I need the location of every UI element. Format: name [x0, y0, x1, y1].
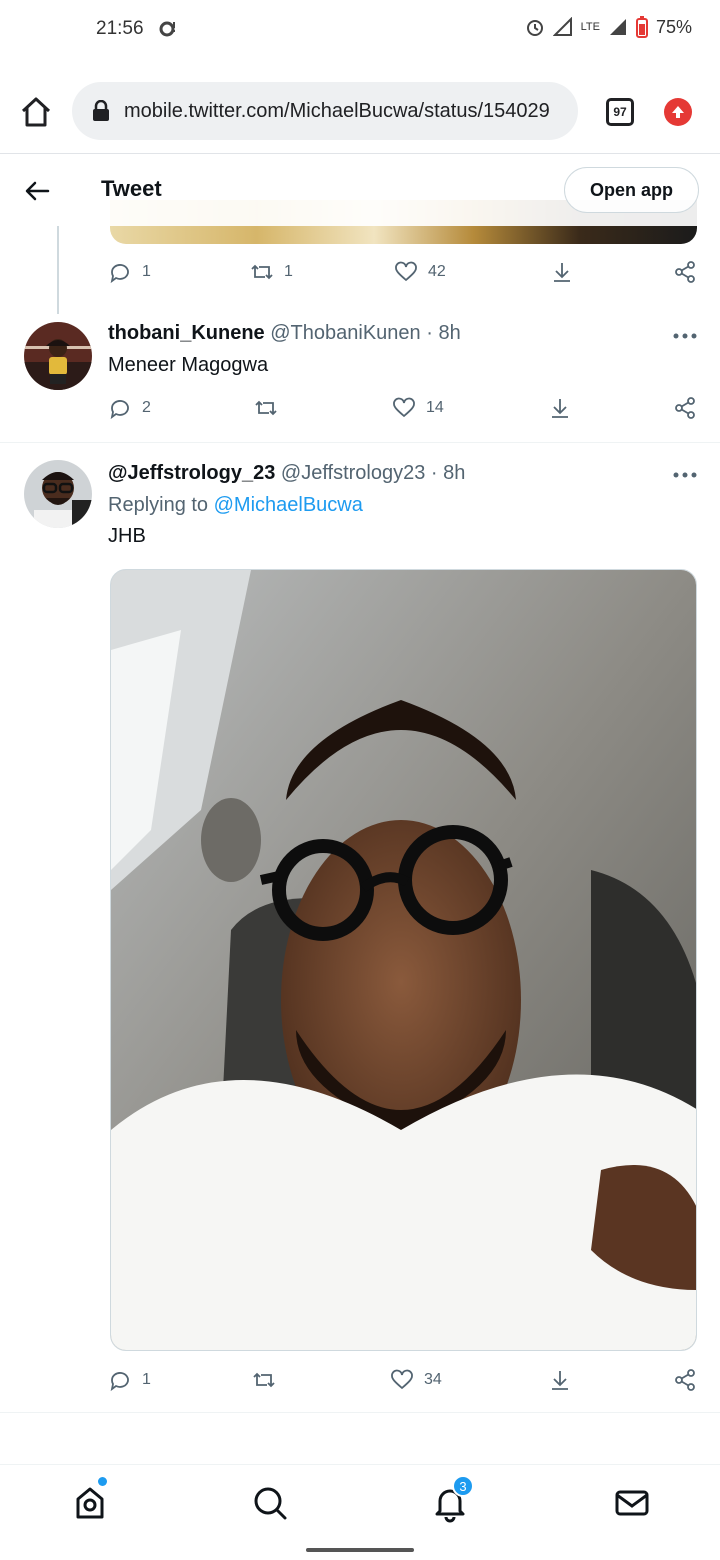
tweet-actions: 2 14 [108, 396, 698, 426]
reply-button[interactable]: 2 [108, 396, 151, 420]
previous-tweet-actions: 1 1 42 [108, 260, 698, 290]
heart-icon [395, 261, 417, 282]
download-icon [554, 263, 570, 282]
thread-line [57, 226, 59, 314]
retweet-button[interactable] [254, 396, 288, 420]
share-icon [675, 1369, 695, 1391]
retweet-icon [253, 1372, 275, 1388]
page-title: Tweet [101, 176, 162, 201]
handle[interactable]: @ThobaniKunen [270, 322, 420, 344]
tweet-divider [0, 442, 720, 443]
like-count: 34 [424, 1371, 442, 1388]
timestamp[interactable]: 8h [443, 462, 465, 484]
reply-icon [110, 264, 129, 284]
download-icon [552, 399, 568, 418]
selfie-image [111, 570, 696, 1350]
replying-to: Replying to @MichaelBucwa [108, 494, 363, 517]
notifications-badge: 3 [452, 1475, 474, 1497]
reply-count: 1 [142, 263, 151, 280]
download-icon [552, 1371, 568, 1390]
heart-icon [393, 397, 415, 418]
display-name[interactable]: @Jeffstrology_23 [108, 462, 275, 484]
tweet-header-line: thobani_Kunene @ThobaniKunen · 8h [108, 322, 461, 345]
share-button[interactable] [673, 1368, 697, 1392]
more-icon[interactable] [672, 470, 698, 480]
download-button[interactable] [550, 260, 574, 284]
tweet-item[interactable]: thobani_Kunene @ThobaniKunen · 8h Meneer… [0, 310, 720, 442]
status-bar: 21:56 LTE 75% [0, 0, 720, 60]
gesture-bar [306, 1548, 414, 1552]
avatar-image [24, 460, 92, 528]
status-indicators: LTE 75% [525, 16, 692, 38]
tweet-header-line: @Jeffstrology_23 @Jeffstrology23 · 8h [108, 462, 465, 485]
signal-icon-2 [609, 19, 626, 35]
url-bar[interactable]: mobile.twitter.com/MichaelBucwa/status/1… [72, 82, 578, 140]
arrow-up-icon [672, 106, 684, 118]
reply-count: 2 [142, 399, 151, 416]
download-button[interactable] [548, 1368, 572, 1392]
avatar[interactable] [24, 322, 92, 390]
update-button[interactable] [664, 98, 692, 126]
share-button[interactable] [673, 396, 697, 420]
browser-bar: mobile.twitter.com/MichaelBucwa/status/1… [0, 72, 720, 152]
retweet-button[interactable] [252, 1368, 286, 1392]
lock-icon [93, 100, 109, 121]
tweet-text: JHB [108, 525, 146, 547]
avatar[interactable] [24, 460, 92, 528]
battery-level: 75% [655, 16, 692, 37]
reply-icon [110, 400, 129, 420]
separator-dot: · [426, 322, 433, 344]
retweet-icon [251, 264, 273, 280]
retweet-button[interactable]: 1 [250, 260, 293, 284]
share-icon [675, 261, 695, 283]
heart-icon [391, 1369, 413, 1390]
notification-icon [159, 21, 175, 37]
home-new-dot [98, 1477, 107, 1486]
reply-button[interactable]: 1 [108, 1368, 151, 1392]
search-icon[interactable] [250, 1483, 290, 1523]
tweet-actions: 1 34 [108, 1368, 698, 1398]
like-button[interactable]: 34 [390, 1368, 442, 1392]
url-text: mobile.twitter.com/MichaelBucwa/status/1… [124, 99, 550, 122]
share-icon [675, 397, 695, 419]
like-button[interactable]: 42 [394, 260, 446, 284]
replying-label: Replying to [108, 494, 209, 516]
more-icon[interactable] [672, 331, 698, 341]
battery-icon [635, 16, 648, 38]
tweet-divider [0, 1412, 720, 1413]
tweet-photo[interactable] [110, 569, 697, 1351]
tweet-text: Meneer Magogwa [108, 354, 269, 376]
share-button[interactable] [673, 260, 697, 284]
like-count: 14 [426, 399, 444, 416]
timestamp[interactable]: 8h [438, 322, 460, 344]
like-button[interactable]: 14 [392, 396, 444, 420]
reply-icon [110, 1372, 129, 1392]
mention-link[interactable]: @MichaelBucwa [214, 494, 363, 516]
network-type: LTE [580, 21, 600, 33]
download-button[interactable] [548, 396, 572, 420]
back-arrow-icon[interactable] [20, 174, 54, 208]
tab-switcher-button[interactable]: 97 [606, 98, 634, 126]
avatar-image [24, 322, 92, 390]
retweet-count: 1 [284, 263, 293, 280]
retweet-icon [255, 400, 277, 416]
reply-count: 1 [142, 1371, 151, 1388]
home-icon[interactable] [70, 1483, 110, 1523]
home-icon[interactable] [18, 94, 54, 130]
status-time: 21:56 [96, 18, 144, 39]
display-name[interactable]: thobani_Kunene [108, 322, 265, 344]
mail-icon[interactable] [612, 1483, 652, 1523]
open-app-button[interactable]: Open app [564, 167, 699, 213]
bottom-nav: 3 [0, 1464, 720, 1540]
separator-dot: · [430, 462, 438, 484]
like-count: 42 [428, 263, 446, 280]
handle[interactable]: @Jeffstrology23 [281, 462, 425, 484]
alarm-icon [526, 20, 543, 36]
tweet-header: Tweet Open app [0, 154, 720, 226]
signal-icon [552, 17, 572, 36]
reply-button[interactable]: 1 [108, 260, 151, 284]
